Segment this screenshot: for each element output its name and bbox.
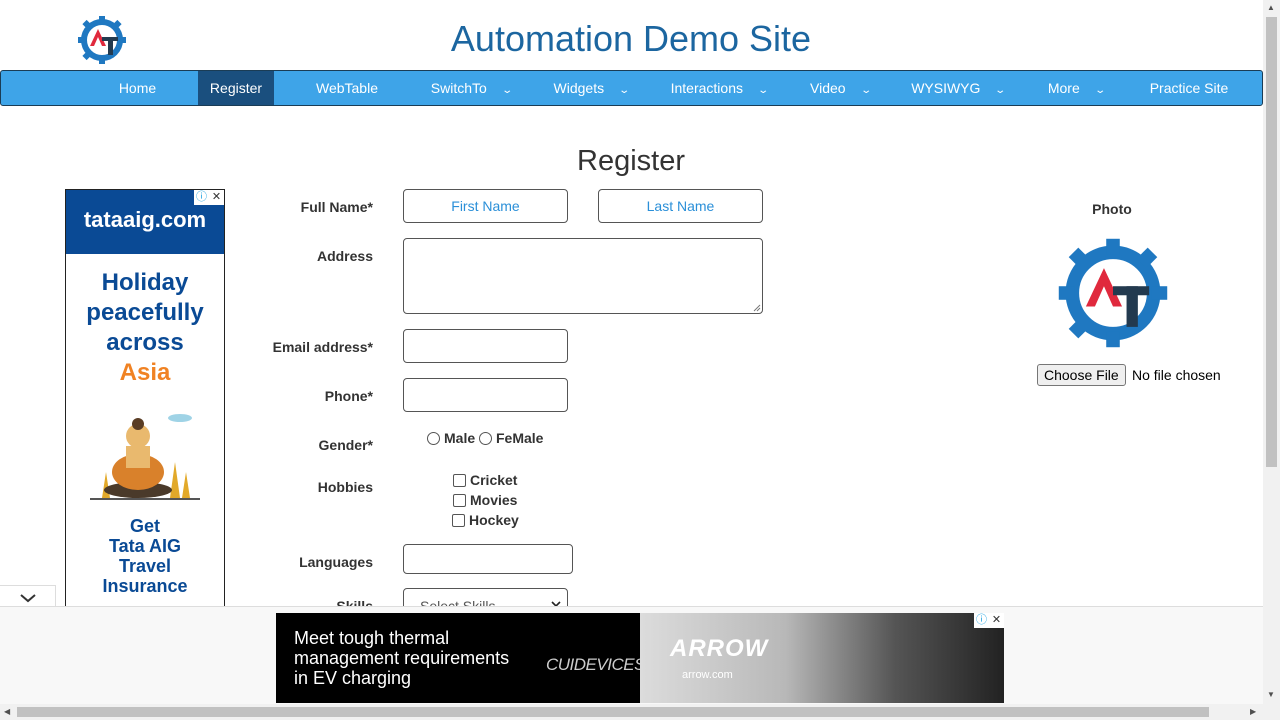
vertical-scroll-thumb[interactable] [1266, 17, 1277, 467]
nav-item-switchto[interactable]: SwitchTo ⌄ [421, 71, 521, 105]
ad-line: in EV charging [294, 668, 412, 688]
nav-item-register[interactable]: Register [198, 71, 274, 105]
hobby-hockey-option[interactable]: Hockey [452, 512, 519, 528]
buddha-illustration [90, 414, 200, 500]
ad-line: Asia [119, 359, 171, 386]
scroll-right-arrow-icon[interactable]: ▶ [1250, 707, 1256, 716]
ad-info-icon[interactable]: ⓘ [194, 190, 209, 205]
ad-badge[interactable]: ⓘ ✕ [194, 190, 224, 205]
nav-label: WYSIWYG [911, 80, 981, 96]
choose-file-button[interactable]: Choose File [1037, 364, 1126, 386]
email-input[interactable] [403, 329, 568, 363]
first-name-input[interactable] [403, 189, 568, 223]
option-label: Hockey [469, 512, 519, 528]
photo-label: Photo [1092, 201, 1132, 217]
nav-label: SwitchTo [430, 80, 487, 96]
site-title: Automation Demo Site [450, 18, 812, 59]
nav-label: Home [118, 80, 157, 96]
chevron-down-icon: ⌄ [501, 85, 513, 96]
ad-close-icon[interactable]: ✕ [209, 190, 224, 205]
nav-item-widgets[interactable]: Widgets ⌄ [546, 71, 636, 105]
scroll-down-arrow-icon[interactable]: ▼ [1267, 690, 1275, 699]
email-label: Email address* [272, 339, 373, 355]
ad-line: Meet tough thermal [294, 628, 450, 648]
gender-male-option[interactable]: Male [427, 430, 475, 446]
option-label: FeMale [496, 430, 544, 446]
nav-label: Practice Site [1149, 80, 1229, 96]
photo-preview-logo [1058, 238, 1168, 348]
nav-item-practice-site[interactable]: Practice Site [1139, 71, 1239, 105]
ad-headline: Holiday peacefully across Asia [66, 268, 224, 388]
chevron-down-icon: ⌄ [859, 85, 872, 96]
chevron-down-icon: ⌄ [618, 85, 631, 96]
hobby-cricket-option[interactable]: Cricket [453, 472, 517, 488]
nav-label: Register [209, 80, 263, 96]
ad-cta: Get Tata AIG Travel Insurance [66, 516, 224, 596]
ad-cta-line: Tata AIG [108, 536, 181, 556]
nav-item-wysiwyg[interactable]: WYSIWYG ⌄ [904, 71, 1012, 105]
nav-label: WebTable [315, 80, 378, 96]
languages-input[interactable] [403, 544, 573, 574]
gender-female-option[interactable]: FeMale [479, 430, 543, 446]
arrow-url: arrow.com [682, 669, 733, 681]
ad-cta-line: Travel [118, 556, 172, 576]
ad-line: Holiday [101, 269, 189, 296]
option-label: Male [444, 430, 476, 446]
nav-item-webtable[interactable]: WebTable [301, 71, 393, 105]
address-label: Address [316, 248, 373, 264]
last-name-input[interactable] [598, 189, 763, 223]
chevron-down-icon: ⌄ [994, 85, 1007, 96]
scroll-left-arrow-icon[interactable]: ◀ [4, 707, 10, 716]
nav-item-home[interactable]: Home [100, 71, 175, 105]
ad-info-icon[interactable]: ⓘ [974, 613, 989, 628]
horizontal-scroll-thumb[interactable] [17, 707, 1209, 717]
ad-line: peacefully [86, 299, 204, 326]
file-status: No file chosen [1132, 367, 1221, 383]
page-heading: Register [577, 145, 685, 177]
ad-line: management requirements [294, 648, 510, 668]
phone-label: Phone* [324, 388, 373, 404]
checkbox[interactable] [452, 513, 465, 527]
checkbox[interactable] [453, 473, 466, 487]
nav-item-interactions[interactable]: Interactions ⌄ [663, 71, 775, 105]
ad-close-icon[interactable]: ✕ [989, 613, 1004, 628]
radio-button[interactable] [479, 431, 492, 445]
scroll-up-arrow-icon[interactable]: ▲ [1267, 3, 1275, 12]
bottom-ad-banner[interactable]: Meet tough thermal management requiremen… [276, 613, 1004, 703]
nav-label: Interactions [670, 80, 743, 96]
ad-badge[interactable]: ⓘ ✕ [974, 613, 1004, 628]
nav-label: More [1047, 80, 1080, 96]
phone-input[interactable] [403, 378, 568, 412]
nav-item-more[interactable]: More ⌄ [1041, 71, 1111, 105]
ad-line: across [106, 329, 184, 356]
ad-cta-line: Insurance [102, 576, 188, 596]
checkbox[interactable] [453, 493, 466, 507]
left-ad-banner[interactable]: tataaig.com ⓘ ✕ Holiday peacefully acros… [65, 189, 225, 607]
chevron-down-icon: ⌄ [757, 85, 770, 96]
ev-charger-photo: ARROW arrow.com [640, 613, 1004, 703]
full-name-label: Full Name* [300, 199, 373, 215]
hobbies-label: Hobbies [317, 479, 373, 495]
gender-label: Gender* [318, 437, 373, 453]
main-navbar: Home Register WebTable SwitchTo ⌄ Widgets… [0, 70, 1263, 106]
address-textarea[interactable] [403, 238, 763, 314]
cui-devices-logo: CUIDEVICES [546, 655, 645, 674]
hobby-movies-option[interactable]: Movies [453, 492, 517, 508]
bottom-ad-text: Meet tough thermal management requiremen… [294, 628, 544, 688]
languages-label: Languages [299, 554, 373, 570]
resize-handle-icon[interactable] [753, 304, 761, 312]
nav-label: Video [810, 80, 846, 96]
ad-cta-line: Get [129, 516, 160, 536]
horizontal-scrollbar[interactable]: ◀ ▶ [0, 704, 1280, 720]
chevron-down-icon: ⌄ [1094, 85, 1106, 96]
nav-label: Widgets [553, 80, 605, 96]
nav-item-video[interactable]: Video ⌄ [803, 71, 877, 105]
arrow-logo: ARROW [670, 635, 769, 662]
option-label: Cricket [470, 472, 518, 488]
radio-button[interactable] [427, 431, 440, 445]
option-label: Movies [470, 492, 518, 508]
vertical-scrollbar[interactable]: ▲ ▼ [1263, 0, 1280, 704]
